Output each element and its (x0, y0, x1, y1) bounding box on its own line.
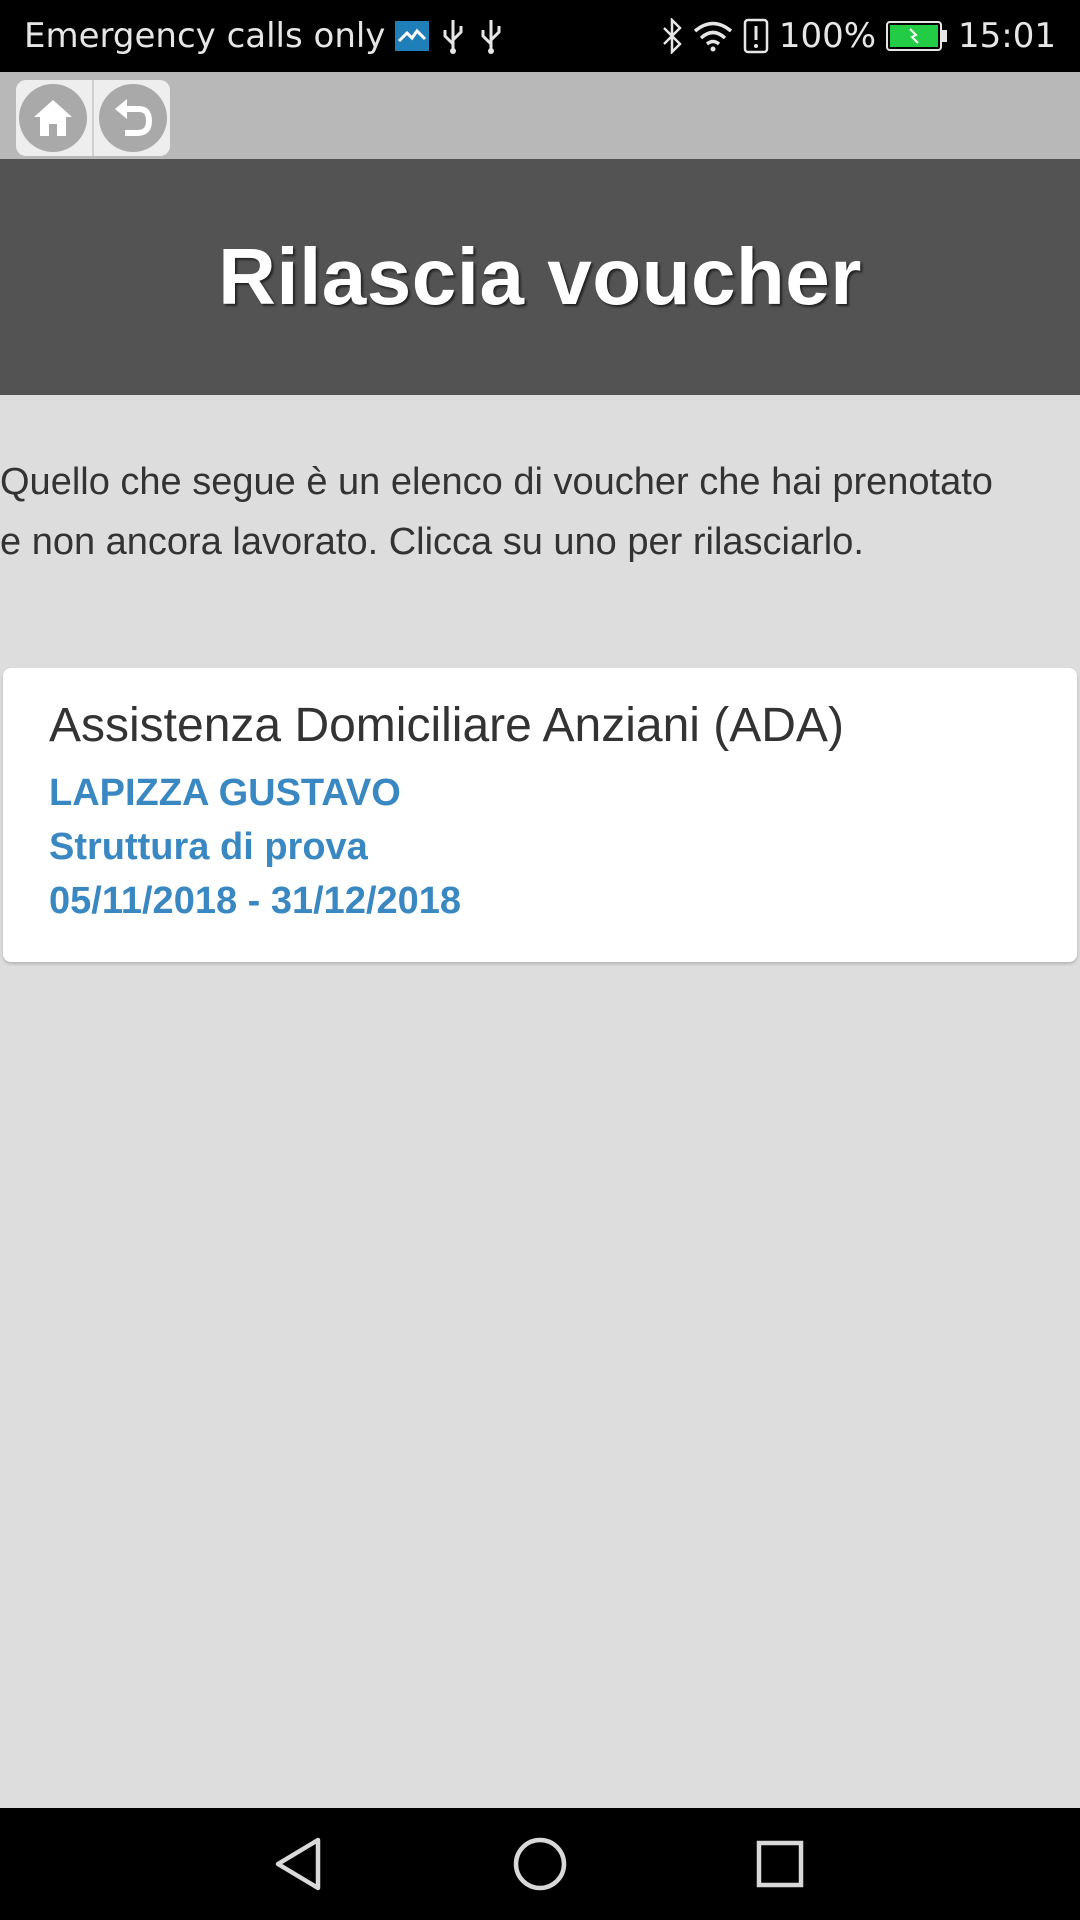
intro-text: Quello che segue è un elenco di voucher … (0, 461, 993, 563)
nav-recents-button[interactable] (740, 1824, 820, 1904)
page-title: Rilascia voucher (218, 232, 862, 321)
voucher-card[interactable]: Assistenza Domiciliare Anziani (ADA) LAP… (3, 668, 1077, 962)
nav-back-button[interactable] (258, 1824, 338, 1904)
app-toolbar (0, 72, 1080, 159)
voucher-person-name: LAPIZZA GUSTAVO (49, 772, 401, 814)
usb-icon (477, 18, 505, 54)
nav-home-icon (513, 1837, 567, 1891)
home-icon (33, 100, 72, 136)
alert-icon (743, 18, 769, 54)
app-notification-icon (395, 21, 430, 51)
toolbar-button-group (16, 80, 170, 156)
status-bar: Emergency calls only 100% 15:01 (0, 0, 1080, 72)
wifi-icon (693, 20, 733, 52)
nav-home-button[interactable] (500, 1824, 580, 1904)
battery-percent: 100% (778, 16, 877, 56)
undo-icon (115, 99, 153, 136)
carrier-text: Emergency calls only (24, 16, 386, 56)
clock-time: 15:01 (958, 16, 1056, 56)
nav-recents-icon (756, 1840, 804, 1888)
page-header: Rilascia voucher (0, 159, 1080, 395)
nav-back-icon (275, 1837, 321, 1891)
voucher-structure: Struttura di prova (49, 826, 368, 868)
status-bar-left: Emergency calls only (24, 0, 505, 72)
voucher-title: Assistenza Domiciliare Anziani (ADA) (49, 699, 844, 752)
battery-icon (886, 21, 948, 51)
status-bar-right: 100% 15:01 (661, 0, 1056, 72)
bluetooth-icon (661, 18, 683, 54)
system-nav-bar (0, 1808, 1080, 1920)
home-button[interactable] (18, 84, 87, 152)
voucher-period: 05/11/2018 - 31/12/2018 (49, 880, 462, 922)
usb-icon (439, 18, 467, 54)
toolbar-divider (91, 80, 94, 156)
back-button[interactable] (99, 84, 168, 152)
